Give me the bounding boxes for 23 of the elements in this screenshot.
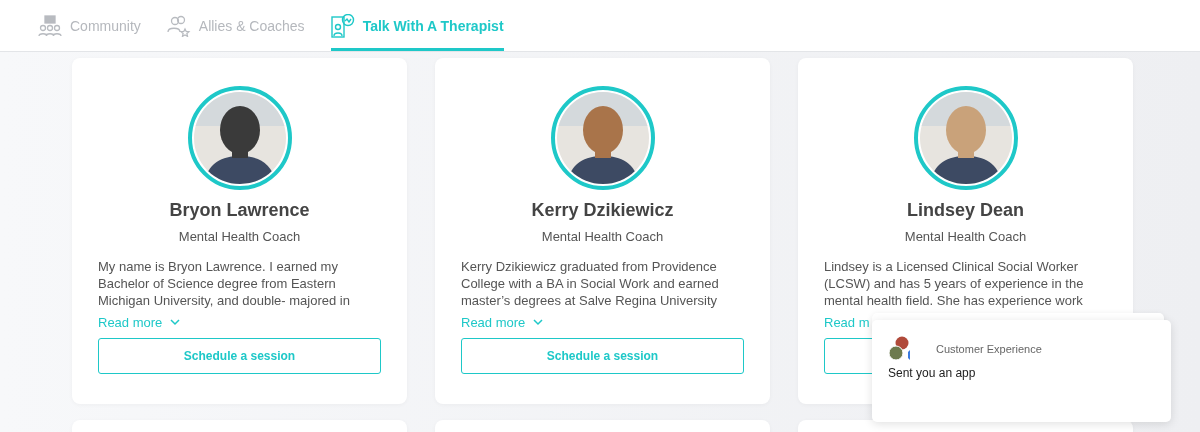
schedule-button[interactable]: Schedule a session — [98, 338, 381, 374]
people-star-icon — [166, 14, 191, 37]
group-icon — [38, 14, 62, 37]
read-more-link[interactable]: Read m — [824, 315, 870, 330]
notification-message: Sent you an app — [888, 366, 977, 380]
tab[interactable]: Community — [38, 0, 141, 51]
tab[interactable]: Talk With A Therapist — [330, 0, 504, 51]
coach-name: Bryon Lawrence — [169, 200, 310, 221]
schedule-button[interactable]: Schedule a session — [461, 338, 744, 374]
tab[interactable]: Allies & Coaches — [166, 0, 305, 51]
notification-card[interactable]: Customer Experience Sent you an app — [872, 320, 1171, 422]
coach-name: Kerry Dzikiewicz — [531, 200, 674, 221]
coach-bio: Lindsey is a Licensed Clinical Social Worker (LCSW) and has 5 years of experience in the mental health field. She has experience work — [824, 258, 1085, 309]
notification-sender: Customer Experience — [936, 343, 1042, 355]
coach-name: Lindsey Dean — [906, 200, 1024, 221]
coach-role: Mental Health Coach — [541, 229, 664, 244]
coach-bio: Kerry Dzikiewicz graduated from Providence College with a BA in Social Work and earned master’s degrees at Salve Regina University — [461, 258, 720, 309]
read-more-link[interactable]: Read more — [98, 315, 163, 330]
coach-role: Mental Health Coach — [904, 229, 1027, 244]
read-more-link[interactable]: Read more — [461, 315, 526, 330]
person-chat-icon — [330, 13, 355, 38]
coach-role: Mental Health Coach — [178, 229, 301, 244]
coach-bio: My name is Bryon Lawrence. I earned my Bachelor of Science degree from Eastern Michigan University, and double- majored in — [98, 258, 351, 309]
